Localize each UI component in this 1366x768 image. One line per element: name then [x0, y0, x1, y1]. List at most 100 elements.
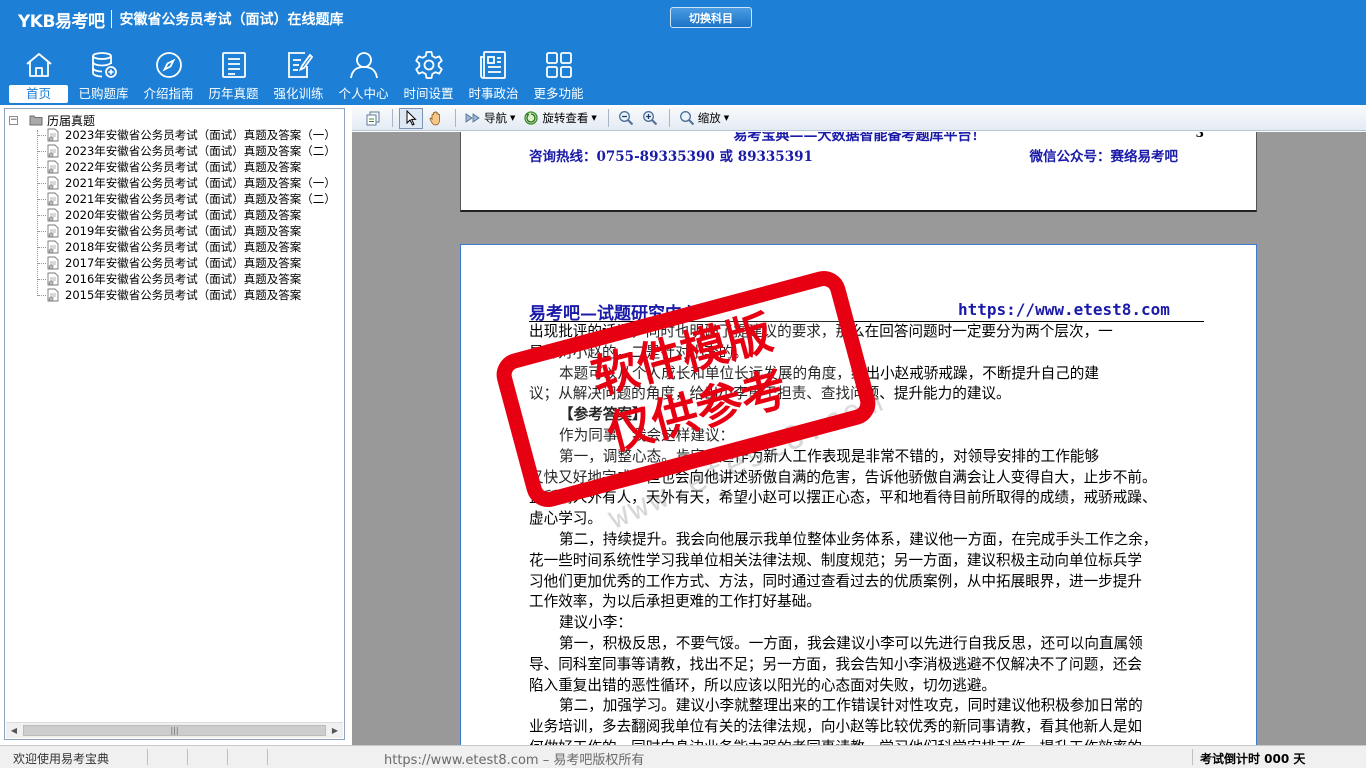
status-divider — [267, 749, 268, 765]
rotate-view-dropdown[interactable]: 旋转查看 ▼ — [520, 108, 599, 129]
horizontal-scrollbar[interactable]: ◀ ||| ▶ — [6, 722, 343, 738]
chevron-down-icon: ▼ — [723, 114, 730, 122]
toggle-panel-button[interactable] — [362, 108, 384, 129]
compass-icon — [155, 52, 182, 78]
toolbar-separator — [455, 109, 456, 127]
tree-item[interactable]: 2015年安徽省公务员考试（面试）真题及答案 — [5, 287, 343, 303]
magnifier-icon — [679, 111, 694, 126]
tree-item-label: 2018年安徽省公务员考试（面试）真题及答案 — [65, 240, 302, 254]
nav-label: 时事政治 — [468, 86, 519, 101]
folder-icon — [29, 115, 43, 126]
tree-item[interactable]: 2020年安徽省公务员考试（面试）真题及答案 — [5, 207, 343, 223]
newspaper-icon — [479, 51, 506, 79]
hand-tool-button[interactable] — [425, 108, 447, 129]
nav-time-settings[interactable]: 时间设置 — [396, 48, 461, 104]
body-line: 第一，积极反思，不要气馁。一方面，我会建议小李可以先进行自我反思，还可以向直属领 — [559, 634, 1143, 652]
body-line: 导、同科室同事等请教，找出不足；另一方面，我会告知小李消极逃避不仅解决不了问题，… — [529, 655, 1142, 673]
tree-item[interactable]: 2018年安徽省公务员考试（面试）真题及答案 — [5, 239, 343, 255]
grid-icon — [545, 52, 572, 78]
nav-guide[interactable]: 介绍指南 — [136, 48, 201, 104]
tree-item[interactable]: 2021年安徽省公务员考试（面试）真题及答案（二） — [5, 191, 343, 207]
body-line: 习他们更加优秀的工作方式、方法，同时通过查看过去的优质案例，从中拓展眼界，进一步… — [529, 572, 1142, 590]
tree-item[interactable]: 2016年安徽省公务员考试（面试）真题及答案 — [5, 271, 343, 287]
page-header-url: https://www.etest8.com — [958, 300, 1170, 319]
navigation-label: 导航 — [484, 111, 507, 125]
app-title: 安徽省公务员考试（面试）在线题库 — [119, 12, 344, 28]
document-icon — [47, 192, 59, 206]
body-line: 花一些时间系统性学习我单位相关法律法规、制度规范；另一方面，建议积极主动向单位标… — [529, 551, 1142, 569]
nav-label: 个人中心 — [338, 86, 389, 101]
chevron-down-icon: ▼ — [591, 114, 597, 122]
document-icon — [47, 224, 59, 238]
panel-toggle-icon — [366, 111, 380, 126]
tree-item-label: 2021年安徽省公务员考试（面试）真题及答案（二） — [65, 192, 336, 206]
database-icon — [91, 52, 117, 78]
nav-label: 历年真题 — [208, 86, 259, 101]
tree-item[interactable]: 2019年安徽省公务员考试（面试）真题及答案 — [5, 223, 343, 239]
navigation-icon — [465, 113, 480, 123]
collapse-icon[interactable]: − — [9, 115, 18, 125]
toolbar-separator — [607, 109, 609, 127]
nav-label: 时间设置 — [403, 86, 454, 101]
zoom-dropdown[interactable]: 缩放 ▼ — [676, 108, 732, 129]
body-line: 业务培训，多去翻阅我单位有关的法律法规，向小赵等比较优秀的新同事请教，看其他新人… — [529, 718, 1142, 736]
tree-item[interactable]: 2017年安徽省公务员考试（面试）真题及答案 — [5, 255, 343, 271]
nav-current-affairs[interactable]: 时事政治 — [461, 48, 526, 104]
checklist-icon — [221, 52, 246, 78]
nav-label: 更多功能 — [533, 86, 584, 101]
zoom-out-button[interactable] — [615, 108, 637, 129]
document-icon — [47, 272, 59, 286]
document-icon — [47, 288, 59, 302]
body-line: 第二，持续提升。我会向他展示我单位整体业务体系，建议他一方面，在完成手头工作之余… — [559, 530, 1158, 548]
document-icon — [47, 240, 59, 254]
navigation-dropdown[interactable]: 导航 ▼ — [462, 108, 518, 129]
toolbar-separator — [668, 109, 670, 127]
tree-item[interactable]: 2022年安徽省公务员考试（面试）真题及答案 — [5, 159, 343, 175]
document-icon — [47, 160, 59, 174]
toolbar-separator — [392, 109, 393, 127]
main-nav: 首页 已购题库 介绍指南 历年真题 强化训练 个人中心 时间设置 时事政治 更多… — [6, 48, 591, 104]
document-icon — [47, 208, 59, 222]
status-welcome: 欢迎使用易考宝典 — [13, 752, 110, 766]
status-divider — [1192, 749, 1193, 765]
page-footer-hotline: 咨询热线：0755-89335390 或 89335391 — [529, 149, 813, 165]
document-icon — [47, 128, 59, 142]
nav-past-exams[interactable]: 历年真题 — [201, 48, 266, 104]
nav-more-features[interactable]: 更多功能 — [526, 48, 591, 104]
body-line: 第二，加强学习。建议小李就整理出来的工作错误针对性攻克，同时建议他积极参加日常的 — [559, 697, 1143, 715]
status-copyright: https://www.etest8.com – 易考吧版权所有 — [384, 753, 645, 768]
tree-item-label: 2021年安徽省公务员考试（面试）真题及答案（一） — [65, 176, 336, 190]
viewer-toolbar: 导航 ▼ 旋转查看 ▼ 缩放 ▼ — [352, 106, 1366, 131]
status-divider — [187, 749, 188, 765]
tree-item[interactable]: 2023年安徽省公务员考试（面试）真题及答案（二） — [5, 143, 343, 159]
chevron-down-icon: ▼ — [510, 114, 516, 122]
tree-item-label: 2023年安徽省公务员考试（面试）真题及答案（二） — [65, 144, 336, 158]
select-tool-button[interactable] — [399, 107, 423, 129]
document-icon — [47, 256, 59, 270]
status-divider — [227, 749, 228, 765]
body-line: 何做好工作的，同时向身边业务能力强的老同事请教，学习他们科学安排工作、提升工作效… — [529, 738, 1205, 745]
tree-item-label: 2016年安徽省公务员考试（面试）真题及答案 — [65, 272, 302, 286]
zoom-in-button[interactable] — [639, 108, 661, 129]
scrollbar-thumb[interactable]: ||| — [23, 725, 326, 736]
hand-icon — [429, 111, 440, 126]
exam-countdown: 考试倒计时 000 天 — [1200, 752, 1306, 766]
rotate-icon — [524, 111, 539, 125]
scroll-right-icon[interactable]: ▶ — [327, 723, 343, 738]
nav-home[interactable]: 首页 — [6, 48, 71, 104]
tree-list: 2023年安徽省公务员考试（面试）真题及答案（一） 2023年安徽省公务员考试（面… — [5, 127, 343, 303]
tree-item[interactable]: 2023年安徽省公务员考试（面试）真题及答案（一） — [5, 127, 343, 143]
zoom-out-icon — [618, 111, 633, 126]
tree-root[interactable]: − 历届真题 — [9, 112, 95, 128]
nav-purchased-banks[interactable]: 已购题库 — [71, 48, 136, 104]
scroll-left-icon[interactable]: ◀ — [6, 723, 22, 738]
nav-personal-center[interactable]: 个人中心 — [331, 48, 396, 104]
nav-training[interactable]: 强化训练 — [266, 48, 331, 104]
document-viewer[interactable]: 易考宝典——大数据智能备考题库平台！ 3 咨询热线：0755-89335390 … — [352, 132, 1366, 745]
switch-subject-button[interactable]: 切换科目 — [670, 7, 752, 28]
nav-label: 已购题库 — [78, 86, 129, 101]
tree-item-label: 2020年安徽省公务员考试（面试）真题及答案 — [65, 208, 302, 222]
tree-item[interactable]: 2021年安徽省公务员考试（面试）真题及答案（一） — [5, 175, 343, 191]
cursor-icon — [406, 110, 417, 126]
page-footer-motto: 易考宝典——大数据智能备考题库平台！ — [733, 132, 986, 144]
